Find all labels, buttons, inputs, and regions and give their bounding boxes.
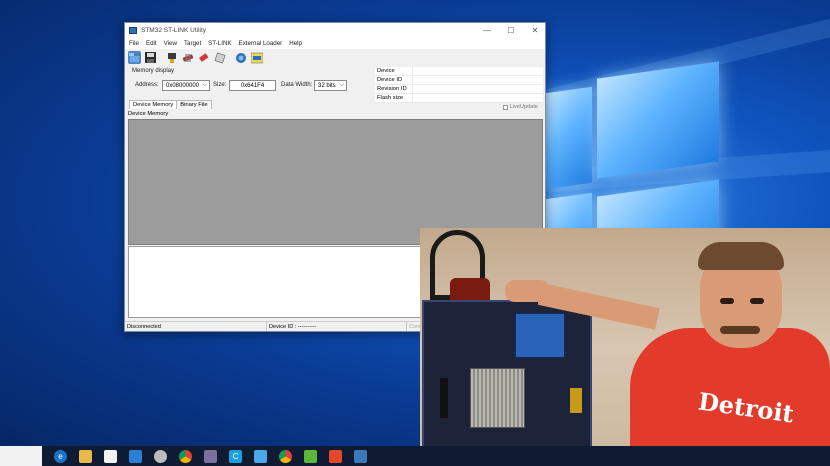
eye-left [720, 298, 734, 304]
edge-icon[interactable]: e [54, 449, 67, 463]
toolbar [125, 49, 545, 66]
title-bar[interactable]: STM32 ST-LINK Utility — ☐ ✕ [125, 23, 545, 38]
memory-view-area[interactable] [128, 119, 543, 245]
device-id-status: Device ID : ---------- [267, 322, 407, 331]
menu-target[interactable]: Target [184, 40, 201, 47]
taskbar-search-box[interactable] [0, 446, 42, 466]
cpu-icon[interactable] [234, 51, 247, 64]
data-width-value: 32 bits [318, 82, 336, 89]
device-id-label: Device ID [375, 75, 413, 85]
address-label: Address: [135, 82, 159, 88]
menu-bar: File Edit View Target ST-LINK External L… [125, 38, 545, 49]
mail-icon[interactable] [129, 449, 142, 463]
chrome-icon[interactable] [179, 449, 192, 463]
camtasia-icon[interactable] [304, 449, 317, 463]
disconnect-icon[interactable] [181, 51, 194, 64]
stlink-taskbar-icon[interactable] [354, 449, 367, 463]
data-width-select[interactable]: 32 bits ⌵ [314, 80, 347, 91]
tab-strip: Device Memory Binary File [129, 100, 212, 109]
device-memory-label: Device Memory [128, 111, 169, 117]
file-explorer-icon[interactable] [79, 449, 92, 463]
recorder-icon[interactable] [329, 449, 342, 463]
cura-icon[interactable]: C [229, 449, 242, 463]
mustache [720, 326, 760, 334]
menu-view[interactable]: View [164, 40, 177, 47]
store-icon[interactable] [104, 449, 117, 463]
info-row-flash-size: Flash size [375, 93, 543, 103]
size-value: 0x641F4 [240, 82, 265, 89]
tab-device-memory[interactable]: Device Memory [129, 100, 178, 109]
app-icon-purple[interactable] [204, 449, 217, 463]
circuit-board [515, 313, 565, 358]
swv-icon[interactable] [250, 51, 263, 64]
checkbox-icon [502, 104, 508, 110]
memory-display-label: Memory display [132, 68, 175, 74]
menu-stlink[interactable]: ST-LINK [208, 40, 231, 47]
minimize-button[interactable]: — [475, 23, 499, 38]
erase-icon[interactable] [197, 51, 210, 64]
power-supply [470, 368, 525, 428]
window-title: STM32 ST-LINK Utility [141, 27, 207, 34]
connect-icon[interactable] [165, 51, 178, 64]
address-combobox[interactable]: 0x08000000 ⌵ [162, 80, 210, 91]
app-icon [129, 27, 137, 34]
webcam-overlay: Detroit [420, 228, 830, 466]
data-width-label: Data Width: [281, 82, 313, 88]
close-button[interactable]: ✕ [523, 23, 547, 38]
chevron-down-icon: ⌵ [202, 82, 207, 88]
app-icon-generic[interactable] [154, 449, 167, 463]
menu-help[interactable]: Help [289, 40, 302, 47]
size-input[interactable]: 0x641F4 [229, 80, 276, 91]
connector [570, 388, 582, 413]
device-label: Device [375, 66, 413, 76]
address-value: 0x08000000 [166, 82, 200, 89]
chevron-down-icon: ⌵ [339, 82, 344, 88]
hair [698, 242, 784, 270]
flash-size-label: Flash size [375, 93, 413, 103]
menu-file[interactable]: File [129, 40, 139, 47]
maximize-button[interactable]: ☐ [499, 23, 523, 38]
revision-id-label: Revision ID [375, 84, 413, 94]
taskbar: e C [0, 446, 830, 466]
save-icon[interactable] [144, 51, 157, 64]
open-file-icon[interactable] [128, 51, 141, 64]
wire-bundle [440, 378, 448, 418]
connection-status: Disconnected [125, 322, 267, 331]
live-update-checkbox[interactable]: LiveUpdate [502, 104, 538, 110]
size-label: Size: [213, 82, 227, 88]
menu-edit[interactable]: Edit [146, 40, 157, 47]
chrome-icon-2[interactable] [279, 449, 292, 463]
app-icon-blue[interactable] [254, 449, 267, 463]
tab-binary-file[interactable]: Binary File [176, 100, 212, 109]
program-icon[interactable] [213, 51, 226, 64]
device-info-panel: Device Device ID Revision ID Flash size [375, 66, 543, 103]
eye-right [750, 298, 764, 304]
menu-external-loader[interactable]: External Loader [239, 40, 283, 47]
live-update-label: LiveUpdate [509, 104, 538, 110]
